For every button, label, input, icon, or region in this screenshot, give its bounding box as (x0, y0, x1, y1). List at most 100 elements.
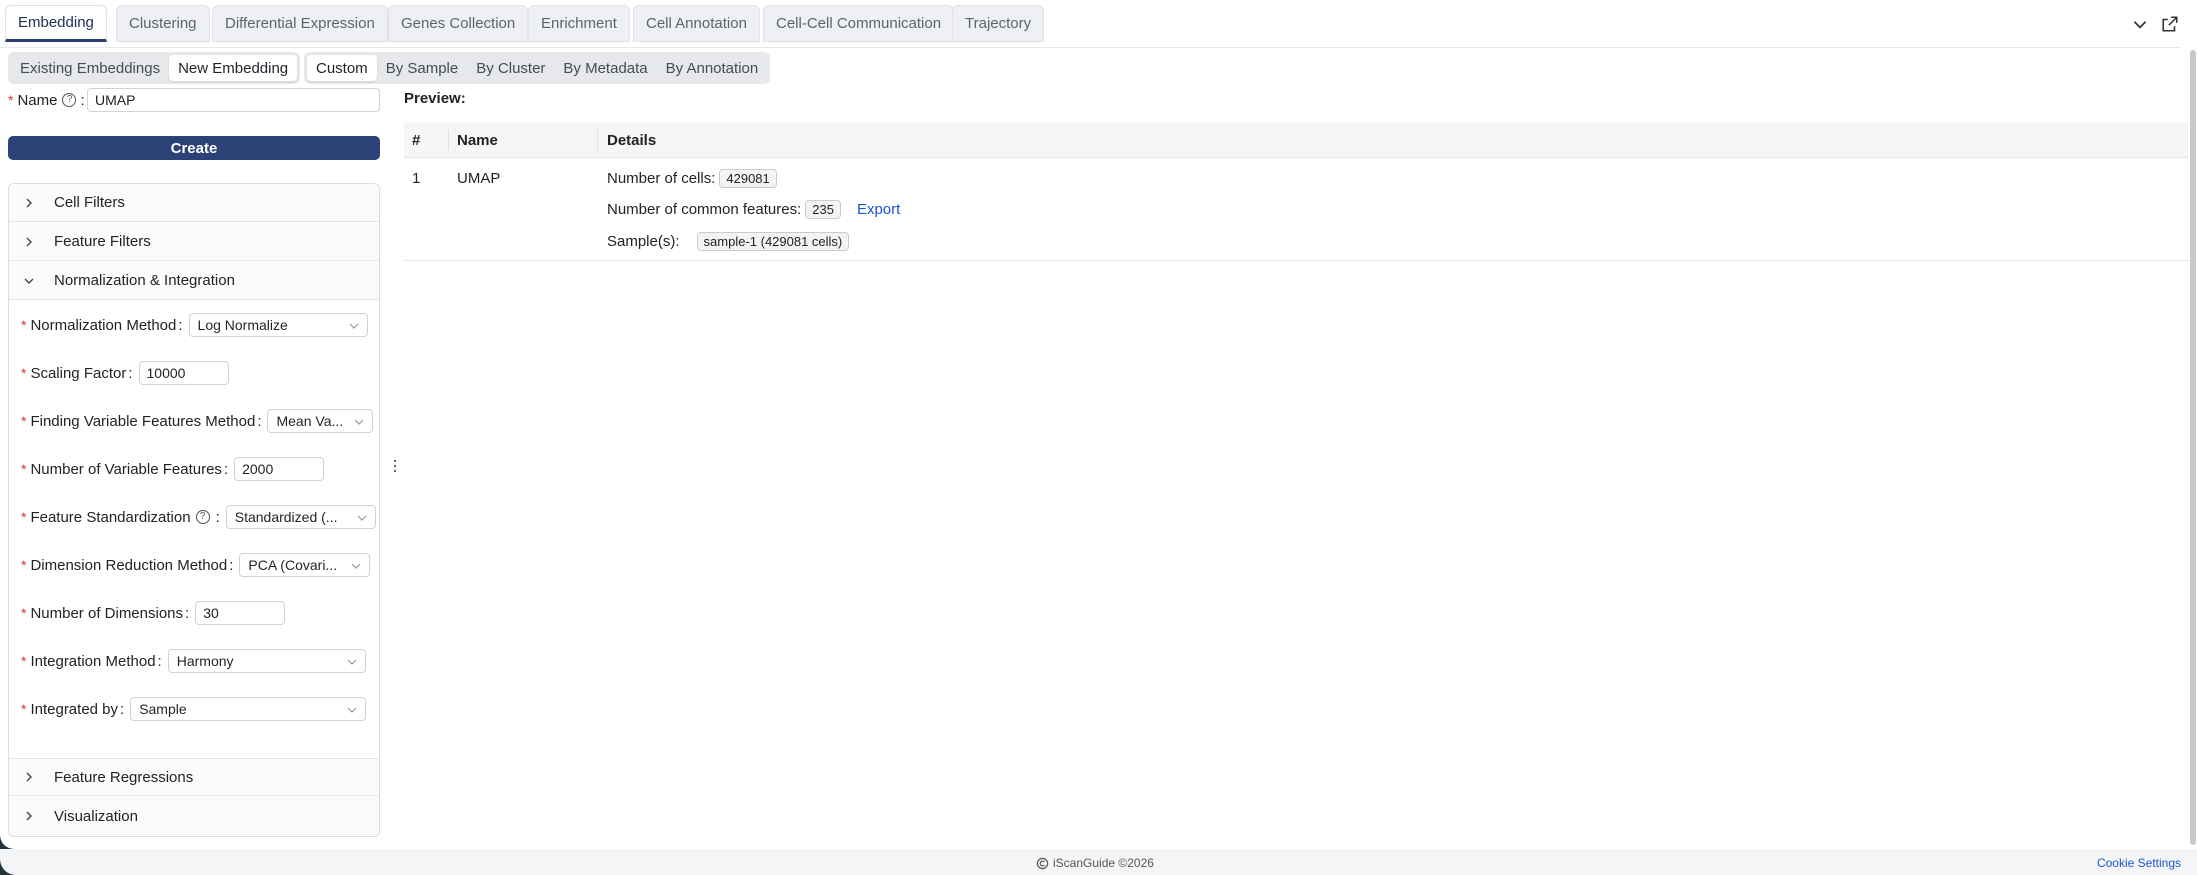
num-variable-features-row: * Number of Variable Features : (21, 456, 325, 482)
option-label: By Cluster (476, 59, 546, 77)
chevron-right-icon (26, 811, 32, 821)
field-label: Scaling Factor (30, 364, 127, 382)
colon: : (229, 556, 234, 574)
open-external-icon[interactable] (2161, 15, 2179, 33)
scaling-factor-input[interactable] (138, 361, 229, 385)
help-icon[interactable]: ? (62, 93, 77, 107)
export-link[interactable]: Export (857, 201, 900, 218)
feature-standardization-row: * Feature Standardization ? : Standardiz… (21, 504, 376, 530)
select-value: Mean Va... (276, 413, 344, 429)
section-visualization[interactable]: Visualization (9, 797, 379, 835)
integrated-by-row: * Integrated by : Sample (21, 696, 367, 722)
scrollbar-thumb[interactable] (2190, 50, 2196, 845)
tab-label: Clustering (129, 15, 197, 32)
field-label: Dimension Reduction Method (30, 556, 228, 574)
cookie-settings-link[interactable]: Cookie Settings (2097, 856, 2181, 870)
dimension-reduction-row: * Dimension Reduction Method : PCA (Cova… (21, 552, 371, 578)
cells-label: Number of cells: (607, 170, 716, 187)
required-mark: * (8, 92, 14, 108)
column-header-details: Details (607, 132, 657, 149)
chevron-right-icon (26, 772, 32, 782)
help-icon[interactable]: ? (195, 510, 210, 524)
normalization-method-select[interactable]: Log Normalize (188, 313, 368, 337)
option-label: Custom (316, 59, 368, 77)
column-separator (597, 130, 598, 150)
create-button[interactable]: Create (8, 136, 380, 160)
column-header-index: # (412, 132, 421, 149)
sample-tag: sample-1 (429081 cells) (696, 232, 850, 251)
tab-clustering[interactable]: Clustering (116, 5, 210, 42)
settings-accordion: Cell Filters Feature Filters Normalizati… (8, 183, 380, 837)
tab-cell-cell-communication[interactable]: Cell-Cell Communication (763, 5, 955, 42)
drag-handle-icon[interactable] (393, 459, 397, 473)
select-value: Log Normalize (197, 317, 288, 333)
section-feature-regressions[interactable]: Feature Regressions (9, 758, 379, 796)
top-tab-bar: Embedding Clustering Differential Expres… (0, 0, 2180, 48)
num-dimensions-input[interactable] (195, 601, 286, 625)
logo-icon (1036, 857, 1049, 869)
required-mark: * (21, 605, 27, 621)
field-label: Feature Standardization (30, 508, 191, 526)
colon: : (80, 91, 85, 109)
tab-genes-collection[interactable]: Genes Collection (388, 5, 529, 42)
tab-label: Cell Annotation (646, 15, 747, 32)
embedding-mode-switch: Existing Embeddings New Embedding (8, 52, 301, 84)
colon: : (178, 316, 183, 334)
chevron-down-icon[interactable] (2131, 15, 2149, 33)
features-count-badge: 235 (805, 200, 841, 219)
column-separator (448, 130, 449, 150)
tab-embedding[interactable]: Embedding (5, 5, 107, 42)
existing-embeddings-option[interactable]: Existing Embeddings (11, 55, 169, 81)
integrated-by-select[interactable]: Sample (130, 697, 367, 721)
by-sample-option[interactable]: By Sample (377, 55, 468, 81)
preview-title: Preview: (404, 90, 466, 107)
colon: : (128, 364, 133, 382)
feature-standardization-select[interactable]: Standardized (... (225, 505, 376, 529)
chevron-down-icon (357, 515, 367, 521)
copyright: iScanGuide ©2026 (1036, 856, 1154, 870)
cells-count-badge: 429081 (719, 169, 777, 188)
by-cluster-option[interactable]: By Cluster (467, 55, 554, 81)
field-label: Normalization Method (30, 316, 177, 334)
section-feature-filters[interactable]: Feature Filters (9, 223, 379, 261)
footer: iScanGuide ©2026 Cookie Settings (0, 849, 2197, 875)
section-normalization-integration[interactable]: Normalization & Integration (9, 262, 379, 300)
chevron-right-icon (26, 198, 32, 207)
colon: : (157, 652, 162, 670)
colon: : (185, 604, 190, 622)
chevron-right-icon (26, 237, 32, 246)
tab-label: Genes Collection (401, 15, 516, 32)
section-label: Cell Filters (54, 194, 125, 211)
copyright-text: iScanGuide ©2026 (1053, 856, 1154, 870)
chevron-down-icon (24, 278, 34, 284)
app-window: Embedding Clustering Differential Expres… (0, 0, 2197, 849)
num-dimensions-row: * Number of Dimensions : (21, 600, 286, 626)
integration-method-select[interactable]: Harmony (167, 649, 366, 673)
custom-option[interactable]: Custom (307, 55, 377, 81)
preview-table-header: # Name Details (404, 122, 2190, 158)
required-mark: * (21, 317, 27, 333)
chevron-down-icon (355, 419, 364, 425)
section-cell-filters[interactable]: Cell Filters (9, 184, 379, 222)
tab-enrichment[interactable]: Enrichment (528, 5, 630, 42)
tab-label: Differential Expression (225, 15, 375, 32)
required-mark: * (21, 365, 27, 381)
cells-count-line: Number of cells: 429081 (607, 169, 777, 188)
dimension-reduction-select[interactable]: PCA (Covari... (239, 553, 371, 577)
by-metadata-option[interactable]: By Metadata (554, 55, 656, 81)
tab-cell-annotation[interactable]: Cell Annotation (633, 5, 760, 42)
num-variable-features-input[interactable] (234, 457, 325, 481)
tab-differential-expression[interactable]: Differential Expression (212, 5, 388, 42)
variable-features-method-select[interactable]: Mean Va... (267, 409, 374, 433)
name-input[interactable] (87, 88, 380, 112)
new-embedding-option[interactable]: New Embedding (169, 55, 298, 81)
tab-label: Embedding (18, 14, 94, 31)
name-label: Name (17, 91, 58, 109)
row-divider (404, 260, 2190, 261)
option-label: New Embedding (178, 59, 289, 77)
option-label: By Sample (385, 59, 459, 77)
section-label: Normalization & Integration (54, 272, 235, 289)
by-annotation-option[interactable]: By Annotation (657, 55, 768, 81)
required-mark: * (21, 701, 27, 717)
tab-trajectory[interactable]: Trajectory (952, 5, 1045, 42)
